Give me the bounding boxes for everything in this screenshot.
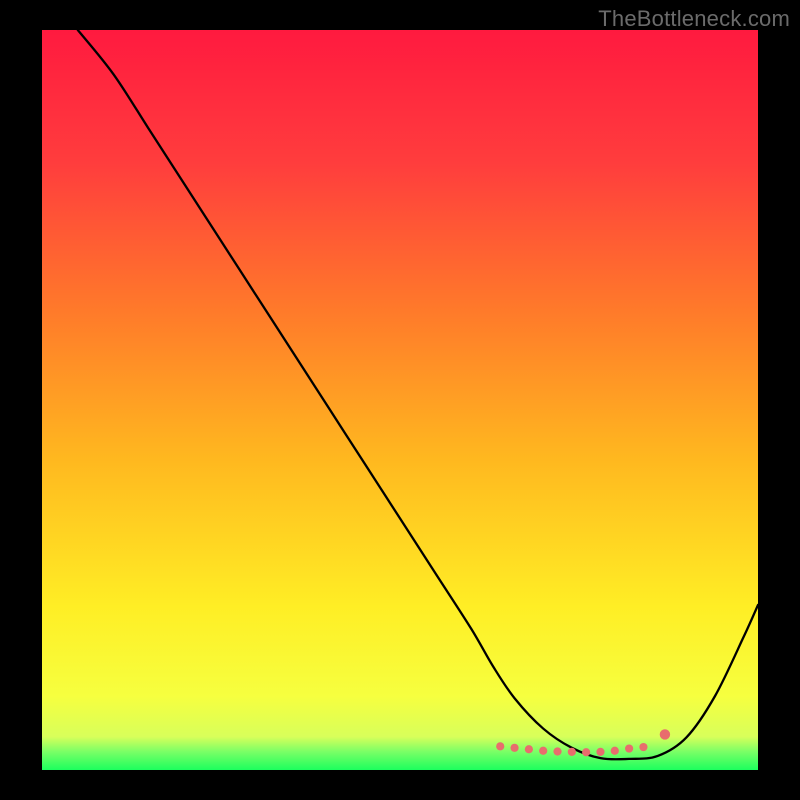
marker-dot xyxy=(625,744,633,752)
bottleneck-chart xyxy=(42,30,758,770)
marker-dot xyxy=(582,748,590,756)
chart-frame: TheBottleneck.com xyxy=(0,0,800,800)
marker-dot xyxy=(611,747,619,755)
marker-dot xyxy=(525,745,533,753)
marker-dot xyxy=(553,747,561,755)
marker-dot xyxy=(568,748,576,756)
marker-dot xyxy=(539,747,547,755)
marker-dot xyxy=(596,748,604,756)
marker-dot xyxy=(496,742,504,750)
marker-dot xyxy=(510,744,518,752)
watermark-text: TheBottleneck.com xyxy=(598,6,790,32)
gradient-background xyxy=(42,30,758,770)
marker-dot xyxy=(660,729,670,739)
marker-dot xyxy=(639,743,647,751)
